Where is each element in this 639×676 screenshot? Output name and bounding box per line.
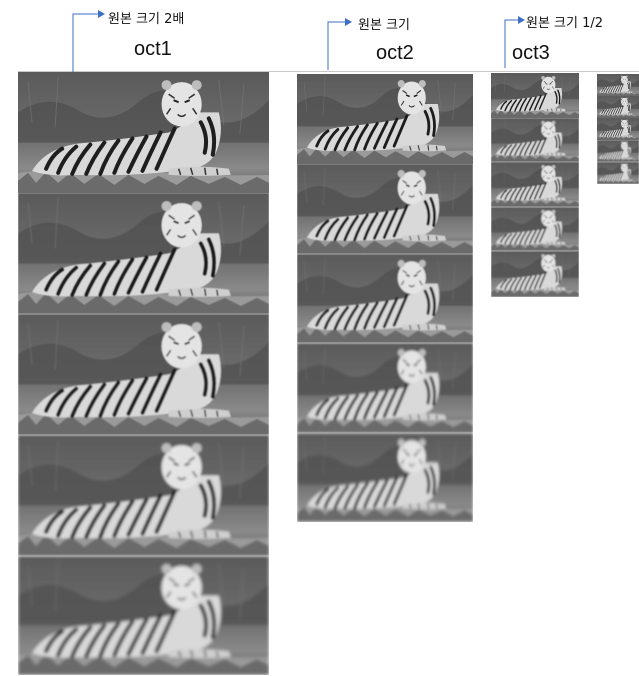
octave-label-oct3: oct3 [512, 42, 550, 64]
octave-label-oct1: oct1 [134, 38, 172, 60]
tiger-image-oct4-4 [597, 140, 639, 162]
caption-oct2: 원본 크기 [358, 18, 410, 33]
caption-oct3: 원본 크기 1/2 [526, 16, 604, 31]
connector-arrow-oct1 [72, 10, 105, 76]
octave-column-oct2 [297, 74, 473, 522]
tiger-image-oct3-4 [491, 207, 579, 251]
tiger-image-oct2-4 [297, 343, 473, 433]
tiger-image-oct4-3 [597, 118, 639, 140]
tiger-image-oct3-5 [491, 251, 579, 297]
tiger-image-oct3-1 [491, 73, 579, 118]
tiger-image-oct1-3 [18, 314, 269, 435]
tiger-image-oct2-1 [297, 74, 473, 164]
tiger-image-oct4-2 [597, 96, 639, 118]
tiger-image-oct1-2 [18, 193, 269, 314]
tiger-image-oct3-3 [491, 162, 579, 207]
tiger-image-oct2-2 [297, 164, 473, 254]
tiger-image-oct1-4 [18, 435, 269, 556]
tiger-image-oct1-1 [18, 72, 269, 193]
octave-column-oct3 [491, 73, 579, 297]
caption-oct1: 원본 크기 2배 [108, 12, 185, 27]
tiger-image-oct2-3 [297, 254, 473, 343]
tiger-image-oct4-5 [597, 162, 639, 184]
tiger-image-oct3-2 [491, 118, 579, 162]
octave-column-oct1 [18, 72, 269, 675]
tiger-image-oct2-5 [297, 433, 473, 522]
octave-column-oct4 [597, 74, 639, 184]
tiger-image-oct1-5 [18, 556, 269, 675]
tiger-image-oct4-1 [597, 74, 639, 96]
octave-label-oct2: oct2 [376, 42, 414, 64]
